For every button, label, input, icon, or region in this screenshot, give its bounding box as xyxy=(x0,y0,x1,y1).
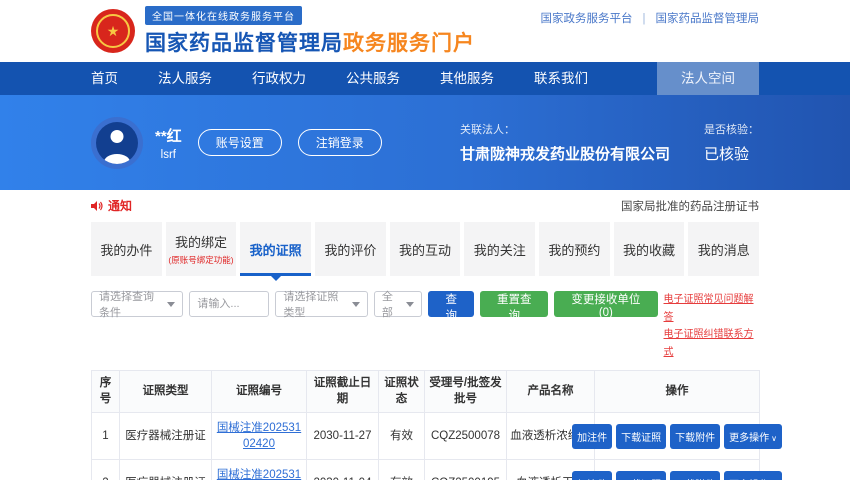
speaker-icon xyxy=(91,200,104,212)
more-actions-button[interactable]: 更多操作∨ xyxy=(724,471,782,480)
download-cert-button[interactable]: 下载证照 xyxy=(616,471,666,480)
link-nmpa[interactable]: 国家药品监督管理局 xyxy=(656,13,760,25)
nav-item-legal-services[interactable]: 法人服务 xyxy=(158,62,212,95)
legal-entity-label: 关联法人： xyxy=(460,121,670,137)
platform-badge: 全国一体化在线政务服务平台 xyxy=(145,6,302,25)
chevron-down-icon xyxy=(406,302,414,311)
active-tab-pointer xyxy=(271,276,281,281)
avatar[interactable] xyxy=(91,117,143,169)
scope-select[interactable]: 全部 xyxy=(374,291,422,317)
col-header-cert-no: 证照编号 xyxy=(212,371,307,413)
nav-item-legal-space[interactable]: 法人空间 xyxy=(657,62,759,95)
col-header-type: 证照类型 xyxy=(120,371,212,413)
col-header-operation: 操作 xyxy=(595,371,760,413)
verify-label: 是否核验： xyxy=(704,121,759,137)
notice-label: 通知 xyxy=(108,197,132,214)
keyword-input[interactable] xyxy=(189,291,269,317)
filter-bar: 请选择查询条件 请选择证照类型 全部 查询 重置查询 变更接收单位(0) 电子证… xyxy=(0,291,850,361)
tab-my-binding[interactable]: 我的绑定 (原账号绑定功能) xyxy=(166,222,237,276)
table-row: 1 医疗器械注册证 国械注准20253102420 2030-11-27 有效 … xyxy=(92,413,760,460)
notice-row: 通知 国家局批准的药品注册证书 xyxy=(0,197,850,214)
annotate-button[interactable]: 加注件 xyxy=(572,424,612,449)
tab-my-evaluations[interactable]: 我的评价 xyxy=(315,222,386,276)
certificate-type-select[interactable]: 请选择证照类型 xyxy=(275,291,367,317)
tab-bar: 我的办件 我的绑定 (原账号绑定功能) 我的证照 我的评价 我的互动 我的关注 … xyxy=(0,222,850,276)
legal-entity-block: 关联法人： 甘肃陇神戎发药业股份有限公司 xyxy=(460,121,670,164)
ecert-contact-link[interactable]: 电子证照纠错联系方式 xyxy=(664,326,760,361)
site-title-main: 国家药品监督管理局 xyxy=(145,32,343,55)
change-receiver-button[interactable]: 变更接收单位(0) xyxy=(554,291,657,317)
logout-button[interactable]: 注销登录 xyxy=(298,129,382,156)
certificates-table: 序号 证照类型 证照编号 证照截止日期 证照状态 受理号/批签发批号 产品名称 … xyxy=(91,370,760,480)
tab-my-items[interactable]: 我的办件 xyxy=(91,222,162,276)
cert-status: 有效 xyxy=(379,460,425,480)
user-icon xyxy=(96,122,138,164)
query-button[interactable]: 查询 xyxy=(428,291,474,317)
nav-item-contact[interactable]: 联系我们 xyxy=(534,62,588,95)
nav-item-other-services[interactable]: 其他服务 xyxy=(440,62,494,95)
download-attachment-button[interactable]: 下载附件 xyxy=(670,471,720,480)
nav-item-public-services[interactable]: 公共服务 xyxy=(346,62,400,95)
col-header-accept-no: 受理号/批签发批号 xyxy=(425,371,507,413)
col-header-product: 产品名称 xyxy=(507,371,595,413)
site-title-accent: 政务服务门户 xyxy=(343,32,475,55)
account-settings-button[interactable]: 账号设置 xyxy=(198,129,282,156)
download-cert-button[interactable]: 下载证照 xyxy=(616,424,666,449)
annotate-button[interactable]: 加注件 xyxy=(572,471,612,480)
cert-number-link[interactable]: 国械注准20253102294 xyxy=(217,469,301,480)
ecert-faq-link[interactable]: 电子证照常见问题解答 xyxy=(664,291,760,326)
user-identity: **红 lsrf xyxy=(155,125,182,161)
nav-item-admin-power[interactable]: 行政权力 xyxy=(252,62,306,95)
site-title: 国家药品监督管理局政务服务门户 xyxy=(145,27,475,57)
verify-status: 已核验 xyxy=(704,143,759,164)
verify-block: 是否核验： 已核验 xyxy=(704,121,759,164)
cert-expiry: 2030-11-27 xyxy=(307,413,379,460)
cert-status: 有效 xyxy=(379,413,425,460)
chevron-down-icon xyxy=(167,302,175,311)
table-row: 2 医疗器械注册证 国械注准20253102294 2030-11-04 有效 … xyxy=(92,460,760,480)
legal-entity-name: 甘肃陇神戎发药业股份有限公司 xyxy=(460,143,670,164)
main-nav: 首页 法人服务 行政权力 公共服务 其他服务 联系我们 法人空间 xyxy=(0,62,850,95)
cert-number-link[interactable]: 国械注准20253102420 xyxy=(217,422,301,450)
notice-link[interactable]: 国家局批准的药品注册证书 xyxy=(621,198,759,214)
site-header: ★ 全国一体化在线政务服务平台 国家药品监督管理局政务服务门户 国家政务服务平台… xyxy=(0,0,850,62)
link-gov-platform[interactable]: 国家政务服务平台 xyxy=(541,13,633,25)
national-emblem-logo: ★ xyxy=(91,9,135,53)
header-links: 国家政务服务平台 | 国家药品监督管理局 xyxy=(541,10,760,26)
col-header-expiry: 证照截止日期 xyxy=(307,371,379,413)
links-divider: | xyxy=(643,13,646,25)
tab-my-messages[interactable]: 我的消息 xyxy=(688,222,759,276)
help-links: 电子证照常见问题解答 电子证照纠错联系方式 xyxy=(664,291,760,361)
tab-my-favorites[interactable]: 我的收藏 xyxy=(614,222,685,276)
accept-number: CQZ2500078 xyxy=(425,413,507,460)
table-header-row: 序号 证照类型 证照编号 证照截止日期 证照状态 受理号/批签发批号 产品名称 … xyxy=(92,371,760,413)
cert-expiry: 2030-11-04 xyxy=(307,460,379,480)
chevron-down-icon: ∨ xyxy=(771,434,777,443)
user-banner: **红 lsrf 账号设置 注销登录 关联法人： 甘肃陇神戎发药业股份有限公司 … xyxy=(0,95,850,190)
star-icon: ★ xyxy=(107,24,120,38)
col-header-no: 序号 xyxy=(92,371,120,413)
reset-query-button[interactable]: 重置查询 xyxy=(480,291,548,317)
row-no: 2 xyxy=(92,460,120,480)
col-header-status: 证照状态 xyxy=(379,371,425,413)
chevron-down-icon xyxy=(352,302,360,311)
tab-my-appointments[interactable]: 我的预约 xyxy=(539,222,610,276)
site-title-block: 全国一体化在线政务服务平台 国家药品监督管理局政务服务门户 xyxy=(145,6,475,57)
cert-type: 医疗器械注册证 xyxy=(120,460,212,480)
tab-my-certificates[interactable]: 我的证照 xyxy=(240,222,311,276)
more-actions-button[interactable]: 更多操作∨ xyxy=(724,424,782,449)
row-no: 1 xyxy=(92,413,120,460)
query-condition-select[interactable]: 请选择查询条件 xyxy=(91,291,183,317)
download-attachment-button[interactable]: 下载附件 xyxy=(670,424,720,449)
user-name: **红 xyxy=(155,125,182,146)
tab-my-binding-note: (原账号绑定功能) xyxy=(168,254,233,266)
nav-item-home[interactable]: 首页 xyxy=(91,62,118,95)
cert-type: 医疗器械注册证 xyxy=(120,413,212,460)
user-account: lsrf xyxy=(155,149,182,161)
tab-my-interactions[interactable]: 我的互动 xyxy=(390,222,461,276)
tab-my-follows[interactable]: 我的关注 xyxy=(464,222,535,276)
accept-number: CQZ2500195 xyxy=(425,460,507,480)
